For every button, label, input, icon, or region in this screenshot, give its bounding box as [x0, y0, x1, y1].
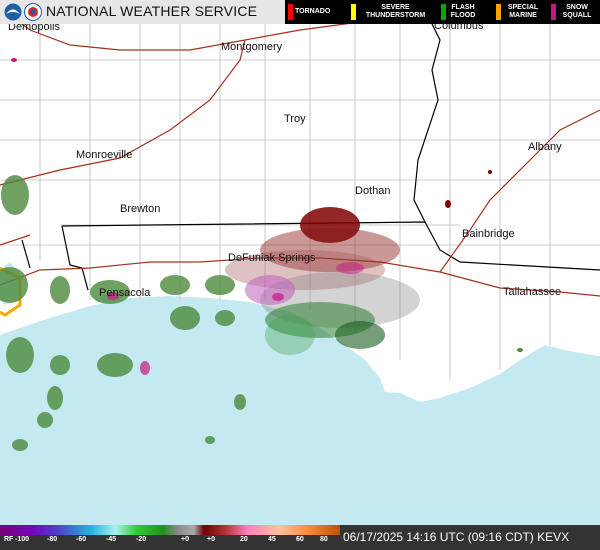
- nws-logo: [24, 3, 42, 21]
- legend-label: TORNADO: [295, 8, 331, 15]
- city-label: Albany: [528, 141, 562, 153]
- scale-tick: 60: [296, 536, 304, 543]
- scale-tick: 80: [320, 536, 328, 543]
- city-label: DeFuniak Springs: [228, 252, 316, 264]
- scale-tick: -60: [76, 536, 87, 543]
- legend-swatch: [288, 4, 293, 20]
- color-scale-bar: [0, 525, 340, 535]
- city-label: Monroeville: [76, 149, 132, 161]
- scale-tick: -100: [15, 536, 30, 543]
- agency-title: NATIONAL WEATHER SERVICE: [46, 3, 258, 19]
- legend-item-tornado: TORNADO: [285, 0, 348, 24]
- radar-map[interactable]: Demopolis Montgomery Columbus Troy Monro…: [0, 0, 600, 550]
- scale-tick: +0: [207, 536, 215, 543]
- legend-swatch: [496, 4, 501, 20]
- scale-tick: -80: [47, 536, 58, 543]
- city-label: Pensacola: [99, 287, 151, 299]
- noaa-logo: [4, 3, 22, 21]
- legend-label: FLASH FLOOD: [450, 4, 476, 19]
- city-label: Bainbridge: [462, 228, 515, 240]
- warning-legend: TORNADO SEVERE THUNDERSTORM FLASH FLOOD …: [285, 0, 600, 24]
- scale-tick: 20: [240, 536, 248, 543]
- legend-item-special-marine: SPECIAL MARINE: [493, 0, 548, 24]
- legend-swatch: [441, 4, 446, 20]
- city-label: Tallahassee: [503, 286, 561, 298]
- scale-tick: -45: [106, 536, 117, 543]
- city-label: Troy: [284, 113, 306, 125]
- legend-swatch: [351, 4, 356, 20]
- scale-tick: +0: [181, 536, 189, 543]
- legend-item-severe-thunderstorm: SEVERE THUNDERSTORM: [348, 0, 438, 24]
- scale-tick: -20: [136, 536, 147, 543]
- reflectivity-scale: RF -100 -80 -60 -45 -20 +0 +0 20 45 60 8…: [0, 525, 340, 550]
- legend-swatch: [551, 4, 556, 20]
- city-label: Montgomery: [221, 41, 283, 53]
- legend-label: SPECIAL MARINE: [507, 4, 539, 19]
- radar-timestamp: 06/17/2025 14:16 UTC (09:16 CDT) KEVX: [343, 530, 570, 544]
- legend-item-flash-flood: FLASH FLOOD: [438, 0, 493, 24]
- legend-label: SEVERE THUNDERSTORM: [365, 4, 426, 19]
- scale-tick: 45: [268, 536, 276, 543]
- scale-prefix: RF: [4, 536, 14, 543]
- city-label: Brewton: [120, 203, 160, 215]
- legend-item-snow-squall: SNOW SQUALL: [548, 0, 600, 24]
- city-label: Dothan: [355, 185, 390, 197]
- legend-label: SNOW SQUALL: [562, 4, 592, 19]
